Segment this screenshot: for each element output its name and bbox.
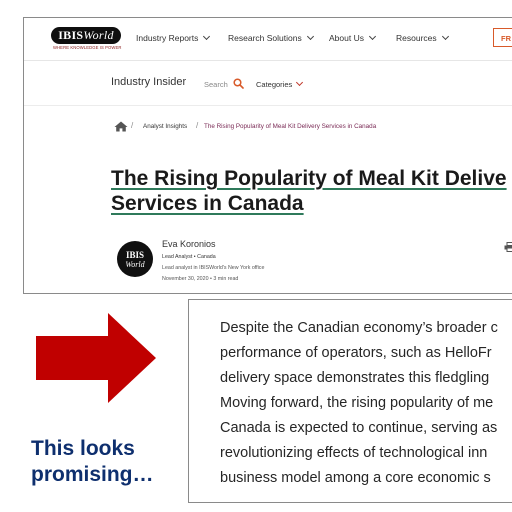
excerpt-line: business model among a core economic s	[220, 470, 491, 486]
author-name[interactable]: Eva Koronios	[162, 239, 216, 249]
free-trial-button[interactable]: FR	[493, 28, 512, 47]
breadcrumb-separator: /	[131, 121, 134, 130]
print-icon[interactable]	[504, 242, 512, 252]
author-role: Lead Analyst • Canada	[162, 254, 216, 260]
headline-line-1: The Rising Popularity of Meal Kit Delive	[111, 167, 507, 190]
article-headline: The Rising Popularity of Meal Kit Delive…	[111, 166, 507, 216]
caption-line-1: This looks	[31, 437, 135, 460]
article-excerpt: Despite the Canadian economy’s broader c…	[188, 299, 512, 503]
logo-mark: IBISWorld	[51, 27, 121, 44]
chevron-down-icon	[203, 32, 211, 41]
nav-research-solutions[interactable]: Research Solutions	[228, 32, 314, 43]
breadcrumb-current-page: The Rising Popularity of Meal Kit Delive…	[204, 123, 377, 130]
right-arrow-icon	[36, 313, 156, 403]
search-input[interactable]: Search	[204, 80, 228, 89]
excerpt-line: performance of operators, such as HelloF…	[220, 345, 492, 361]
avatar-text: IBIS	[125, 250, 144, 260]
nav-resources[interactable]: Resources	[396, 32, 449, 43]
breadcrumb-separator: /	[196, 121, 199, 130]
excerpt-line: revolutionizing effects of technological…	[220, 445, 488, 461]
slide-caption: This looks promising…	[31, 436, 154, 488]
nav-about-us[interactable]: About Us	[329, 32, 377, 43]
chevron-down-icon	[296, 78, 304, 87]
industry-insider-bar: Industry Insider Search Categories	[24, 61, 512, 106]
home-icon[interactable]	[114, 121, 128, 132]
nav-industry-reports[interactable]: Industry Reports	[136, 32, 211, 43]
headline-line-2: Services in Canada	[111, 192, 304, 215]
author-description: Lead analyst in IBISWorld's New York off…	[162, 265, 265, 271]
excerpt-line: Canada is expected to continue, serving …	[220, 420, 498, 436]
chevron-down-icon	[441, 32, 449, 41]
search-icon[interactable]	[233, 78, 244, 89]
categories-dropdown[interactable]: Categories	[256, 78, 304, 89]
excerpt-line: delivery space demonstrates this fledgli…	[220, 370, 490, 386]
ibisworld-logo[interactable]: IBISWorld WHERE KNOWLEDGE IS POWER	[51, 27, 121, 51]
chevron-down-icon	[368, 32, 377, 41]
caption-line-2: promising…	[31, 463, 154, 486]
excerpt-line: Moving forward, the rising popularity of…	[220, 395, 494, 411]
avatar-text: World	[125, 260, 145, 269]
logo-tagline: WHERE KNOWLEDGE IS POWER	[53, 45, 122, 50]
author-avatar: IBIS World	[117, 241, 153, 277]
excerpt-line: Despite the Canadian economy’s broader c	[220, 320, 498, 336]
chevron-down-icon	[306, 32, 314, 41]
top-navigation: IBISWorld WHERE KNOWLEDGE IS POWER Indus…	[24, 18, 512, 61]
industry-insider-title[interactable]: Industry Insider	[111, 76, 186, 88]
breadcrumb-analyst-insights[interactable]: Analyst Insights	[143, 123, 187, 130]
article-date: November 30, 2020 • 3 min read	[162, 276, 239, 282]
website-screenshot: IBISWorld WHERE KNOWLEDGE IS POWER Indus…	[23, 17, 512, 294]
